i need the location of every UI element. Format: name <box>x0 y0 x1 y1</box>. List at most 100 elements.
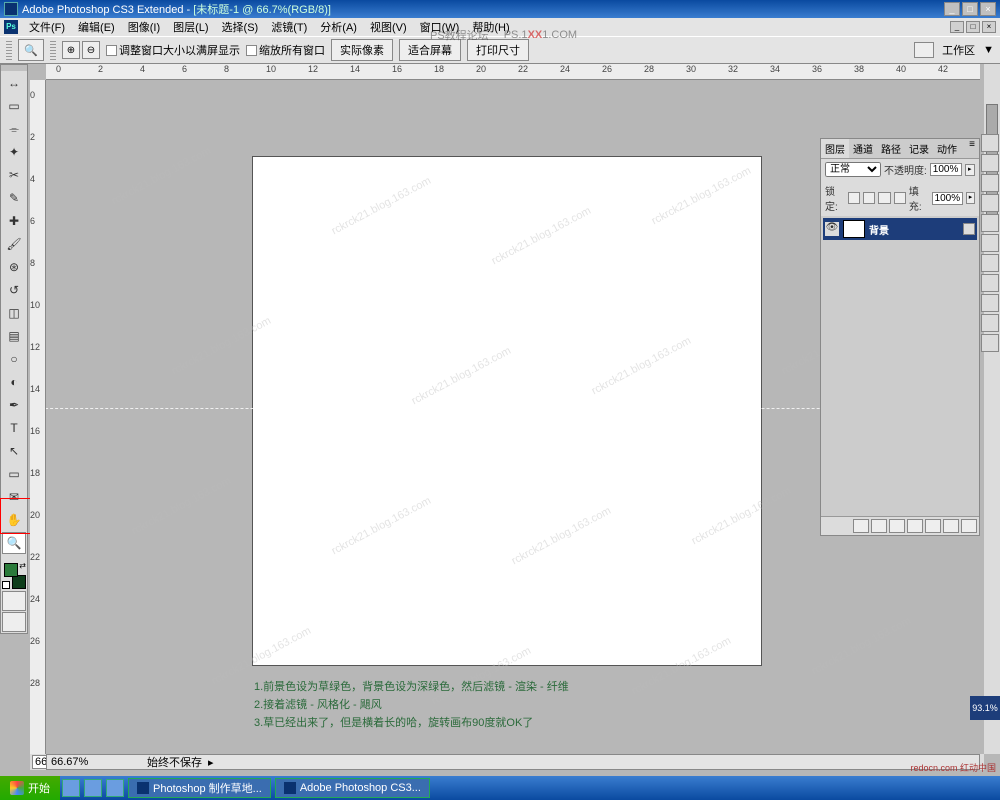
menu-select[interactable]: 选择(S) <box>216 19 265 35</box>
lock-all-icon[interactable] <box>894 192 906 204</box>
history-brush-tool[interactable]: ↺ <box>2 279 26 301</box>
zoom-all-checkbox[interactable] <box>246 45 257 56</box>
eraser-tool[interactable]: ◫ <box>2 302 26 324</box>
grip-icon[interactable] <box>6 40 12 60</box>
crop-tool[interactable]: ✂ <box>2 164 26 186</box>
menu-layer[interactable]: 图层(L) <box>167 19 214 35</box>
color-swatches[interactable]: ⇄ <box>2 561 26 589</box>
wand-tool[interactable]: ✦ <box>2 141 26 163</box>
minimize-button[interactable]: _ <box>944 2 960 16</box>
ruler-vertical[interactable]: 0 2 4 6 8 10 12 14 16 18 20 22 24 26 28 <box>30 80 46 754</box>
link-layers-icon[interactable] <box>853 519 869 533</box>
layer-item[interactable]: 👁 背景 <box>823 218 977 240</box>
navigator-percent[interactable]: 93.1% <box>970 696 1000 720</box>
menu-image[interactable]: 图像(I) <box>122 19 166 35</box>
swap-colors-icon[interactable]: ⇄ <box>19 561 26 570</box>
gradient-tool[interactable]: ▤ <box>2 325 26 347</box>
menu-edit[interactable]: 编辑(E) <box>72 19 121 35</box>
shape-tool[interactable]: ▭ <box>2 463 26 485</box>
fill-stepper[interactable]: ▸ <box>966 192 975 204</box>
fill-value[interactable]: 100% <box>932 192 964 205</box>
dock-icon[interactable] <box>981 294 999 312</box>
pen-tool[interactable]: ✒ <box>2 394 26 416</box>
maximize-button[interactable]: □ <box>962 2 978 16</box>
dock-icon[interactable] <box>981 154 999 172</box>
doc-minimize-button[interactable]: _ <box>950 21 964 33</box>
quickmask-button[interactable] <box>2 591 26 611</box>
dock-icon[interactable] <box>981 174 999 192</box>
taskbar-item[interactable]: Photoshop 制作草地... <box>128 778 271 798</box>
blur-tool[interactable]: ○ <box>2 348 26 370</box>
grip-icon[interactable] <box>50 40 56 60</box>
ruler-horizontal[interactable]: 0 2 4 6 8 10 12 14 16 18 20 22 24 26 28 … <box>46 64 980 80</box>
screenmode-button[interactable] <box>2 612 26 632</box>
stamp-tool[interactable]: ⊛ <box>2 256 26 278</box>
notes-tool[interactable]: ✉ <box>2 486 26 508</box>
quicklaunch-icon[interactable] <box>106 779 124 797</box>
background-color[interactable] <box>12 575 26 589</box>
visibility-icon[interactable]: 👁 <box>825 222 839 236</box>
path-tool[interactable]: ↖ <box>2 440 26 462</box>
blend-mode-select[interactable]: 正常 <box>825 162 881 177</box>
group-icon[interactable] <box>925 519 941 533</box>
quicklaunch-desktop-icon[interactable] <box>84 779 102 797</box>
hand-tool[interactable]: ✋ <box>2 509 26 531</box>
type-tool[interactable]: T <box>2 417 26 439</box>
dock-icon[interactable] <box>981 314 999 332</box>
doc-close-button[interactable]: × <box>982 21 996 33</box>
dock-icon[interactable] <box>981 234 999 252</box>
zoom-in-button[interactable]: ⊕ <box>62 41 80 59</box>
menu-analysis[interactable]: 分析(A) <box>314 19 363 35</box>
lasso-tool[interactable]: ⌯ <box>2 118 26 140</box>
actual-pixels-button[interactable]: 实际像素 <box>331 39 393 61</box>
layer-list[interactable]: 👁 背景 <box>821 216 979 516</box>
opacity-stepper[interactable]: ▸ <box>965 164 975 176</box>
dodge-tool[interactable]: ◐ <box>2 371 26 393</box>
quicklaunch-ie-icon[interactable] <box>62 779 80 797</box>
zoom-readout[interactable]: 66.67% <box>47 756 117 768</box>
dock-icon[interactable] <box>981 274 999 292</box>
taskbar-item[interactable]: Adobe Photoshop CS3... <box>275 778 430 798</box>
tab-layers[interactable]: 图层 <box>821 139 849 158</box>
layer-mask-icon[interactable] <box>889 519 905 533</box>
lock-position-icon[interactable] <box>878 192 890 204</box>
dock-icon[interactable] <box>981 214 999 232</box>
healing-tool[interactable]: ✚ <box>2 210 26 232</box>
delete-layer-icon[interactable] <box>961 519 977 533</box>
foreground-color[interactable] <box>4 563 18 577</box>
chevron-right-icon[interactable]: ▸ <box>208 756 214 769</box>
doc-restore-button[interactable]: □ <box>966 21 980 33</box>
workspace-dropdown[interactable]: ▼ <box>983 44 994 56</box>
dock-icon[interactable] <box>981 334 999 352</box>
tab-paths[interactable]: 路径 <box>877 139 905 158</box>
tab-history[interactable]: 记录 <box>905 139 933 158</box>
tab-actions[interactable]: 动作 <box>933 139 961 158</box>
eyedropper-tool[interactable]: ✎ <box>2 187 26 209</box>
screen-mode-icon[interactable] <box>914 42 934 58</box>
opacity-value[interactable]: 100% <box>930 163 962 176</box>
panel-menu-icon[interactable]: ≡ <box>965 139 979 158</box>
dock-icon[interactable] <box>981 254 999 272</box>
layer-thumbnail[interactable] <box>843 220 865 238</box>
tool-preset-dropdown[interactable]: 🔍 <box>18 39 44 61</box>
zoom-out-button[interactable]: ⊖ <box>82 41 100 59</box>
menu-file[interactable]: 文件(F) <box>23 19 71 35</box>
dock-icon[interactable] <box>981 134 999 152</box>
lock-pixels-icon[interactable] <box>863 192 875 204</box>
menu-filter[interactable]: 滤镜(T) <box>265 19 313 35</box>
layer-name[interactable]: 背景 <box>869 222 889 237</box>
default-colors-icon[interactable] <box>2 581 10 589</box>
zoom-tool[interactable]: 🔍 <box>2 532 26 554</box>
doc-info[interactable]: 始终不保存 <box>147 754 202 770</box>
dock-icon[interactable] <box>981 194 999 212</box>
start-button[interactable]: 开始 <box>0 776 60 800</box>
resize-window-checkbox[interactable] <box>106 45 117 56</box>
new-layer-icon[interactable] <box>943 519 959 533</box>
document-canvas[interactable] <box>252 156 762 666</box>
menu-view[interactable]: 视图(V) <box>364 19 413 35</box>
tab-channels[interactable]: 通道 <box>849 139 877 158</box>
adjustment-layer-icon[interactable] <box>907 519 923 533</box>
lock-transparency-icon[interactable] <box>848 192 860 204</box>
marquee-tool[interactable]: ▭ <box>2 95 26 117</box>
close-button[interactable]: × <box>980 2 996 16</box>
